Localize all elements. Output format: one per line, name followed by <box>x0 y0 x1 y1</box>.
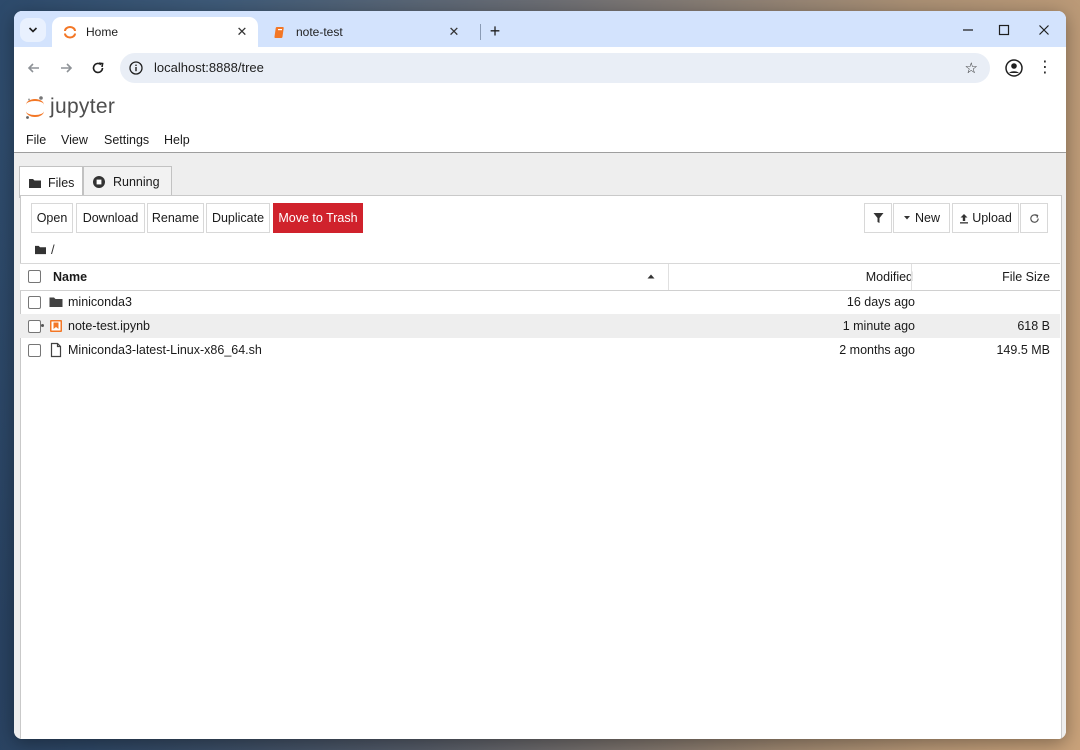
tab-title: Home <box>86 25 119 39</box>
file-listing-header: Name Modified File Size <box>20 263 1060 291</box>
column-name[interactable]: Name <box>53 270 87 284</box>
file-name[interactable]: Miniconda3-latest-Linux-x86_64.sh <box>68 343 262 357</box>
profile-icon[interactable] <box>1004 58 1024 78</box>
forward-arrow-icon[interactable] <box>55 57 77 79</box>
chevron-down-icon <box>28 27 38 33</box>
column-file-size[interactable]: File Size <box>1002 270 1050 284</box>
column-divider[interactable] <box>668 264 669 290</box>
file-modified: 2 months ago <box>839 343 915 357</box>
select-all-checkbox[interactable] <box>28 270 41 283</box>
file-size: 149.5 MB <box>996 343 1050 357</box>
tab-search-button[interactable] <box>20 18 46 42</box>
url-text[interactable]: localhost:8888/tree <box>154 60 264 75</box>
folder-icon[interactable] <box>34 244 47 255</box>
file-row[interactable]: miniconda3 16 days ago <box>20 290 1060 314</box>
file-name[interactable]: miniconda3 <box>68 295 132 309</box>
browser-window: Home ✕ note-test ✕ + localhost:8888/tree… <box>14 11 1066 739</box>
browser-toolbar: localhost:8888/tree ☆ ⋮ <box>14 47 1066 89</box>
jupyter-wordmark[interactable]: jupyter <box>50 95 115 119</box>
refresh-icon <box>1029 213 1039 223</box>
rename-button[interactable]: Rename <box>147 203 204 233</box>
tab-files-label: Files <box>48 175 75 190</box>
new-button[interactable]: New <box>893 203 950 233</box>
notebook-icon <box>50 320 62 332</box>
folder-icon <box>49 297 63 307</box>
caret-down-icon <box>903 216 910 220</box>
close-icon[interactable]: ✕ <box>444 22 464 42</box>
tab-running-label: Running <box>113 175 160 189</box>
file-name[interactable]: note-test.ipynb <box>68 319 150 333</box>
open-button[interactable]: Open <box>31 203 73 233</box>
notebook-favicon-icon <box>272 24 288 40</box>
file-icon <box>50 342 62 358</box>
address-bar[interactable]: localhost:8888/tree ☆ <box>120 53 990 83</box>
refresh-button[interactable] <box>1020 203 1048 233</box>
column-modified[interactable]: Modified <box>866 270 913 284</box>
stop-circle-icon <box>93 176 105 188</box>
menu-file[interactable]: File <box>26 133 46 147</box>
download-button[interactable]: Download <box>76 203 145 233</box>
breadcrumb: / <box>34 241 55 257</box>
bookmark-star-icon[interactable]: ☆ <box>965 59 978 77</box>
new-button-label: New <box>914 211 940 225</box>
file-size: 618 B <box>1017 319 1050 333</box>
filter-button[interactable] <box>864 203 892 233</box>
column-divider[interactable] <box>911 264 912 290</box>
menu-view[interactable]: View <box>61 133 88 147</box>
file-row[interactable]: note-test.ipynb 1 minute ago 618 B <box>20 314 1060 338</box>
jupyter-favicon-icon <box>62 24 78 40</box>
tab-strip: Home ✕ note-test ✕ + <box>14 11 1066 47</box>
menu-settings[interactable]: Settings <box>104 133 149 147</box>
file-modified: 1 minute ago <box>842 319 915 333</box>
tab-home[interactable]: Home ✕ <box>52 17 258 47</box>
row-checkbox[interactable] <box>28 320 41 333</box>
move-to-trash-button[interactable]: Move to Trash <box>273 203 363 233</box>
menu-bar: File View Settings Help <box>14 127 1066 154</box>
maximize-icon[interactable] <box>990 19 1018 41</box>
site-info-icon[interactable] <box>128 60 144 76</box>
reload-icon[interactable] <box>87 57 109 79</box>
tab-files[interactable]: Files <box>19 166 83 198</box>
browser-menu-icon[interactable]: ⋮ <box>1037 56 1053 78</box>
jupyter-header: jupyter <box>14 89 1066 128</box>
tab-running[interactable]: Running <box>83 166 172 197</box>
sort-caret-up-icon <box>647 274 655 279</box>
close-icon[interactable]: ✕ <box>232 22 252 42</box>
file-row[interactable]: Miniconda3-latest-Linux-x86_64.sh 2 mont… <box>20 338 1060 362</box>
upload-button[interactable]: Upload <box>952 203 1019 233</box>
tab-note-test[interactable]: note-test ✕ <box>262 17 470 47</box>
folder-icon <box>29 178 41 188</box>
new-tab-plus-icon[interactable]: + <box>484 20 506 42</box>
jupyter-logo-icon <box>26 96 44 119</box>
upload-button-label: Upload <box>972 211 1012 225</box>
row-checkbox[interactable] <box>28 344 41 357</box>
menu-help[interactable]: Help <box>164 133 190 147</box>
running-indicator-icon <box>41 324 44 327</box>
upload-icon <box>960 213 969 223</box>
filter-icon <box>873 213 883 223</box>
tab-title: note-test <box>296 25 343 39</box>
row-checkbox[interactable] <box>28 296 41 309</box>
back-arrow-icon[interactable] <box>23 57 45 79</box>
window-close-icon[interactable] <box>1030 19 1058 41</box>
breadcrumb-root[interactable]: / <box>51 242 55 257</box>
duplicate-button[interactable]: Duplicate <box>206 203 270 233</box>
tab-separator <box>480 24 481 40</box>
minimize-icon[interactable] <box>954 19 982 41</box>
file-modified: 16 days ago <box>846 295 915 309</box>
